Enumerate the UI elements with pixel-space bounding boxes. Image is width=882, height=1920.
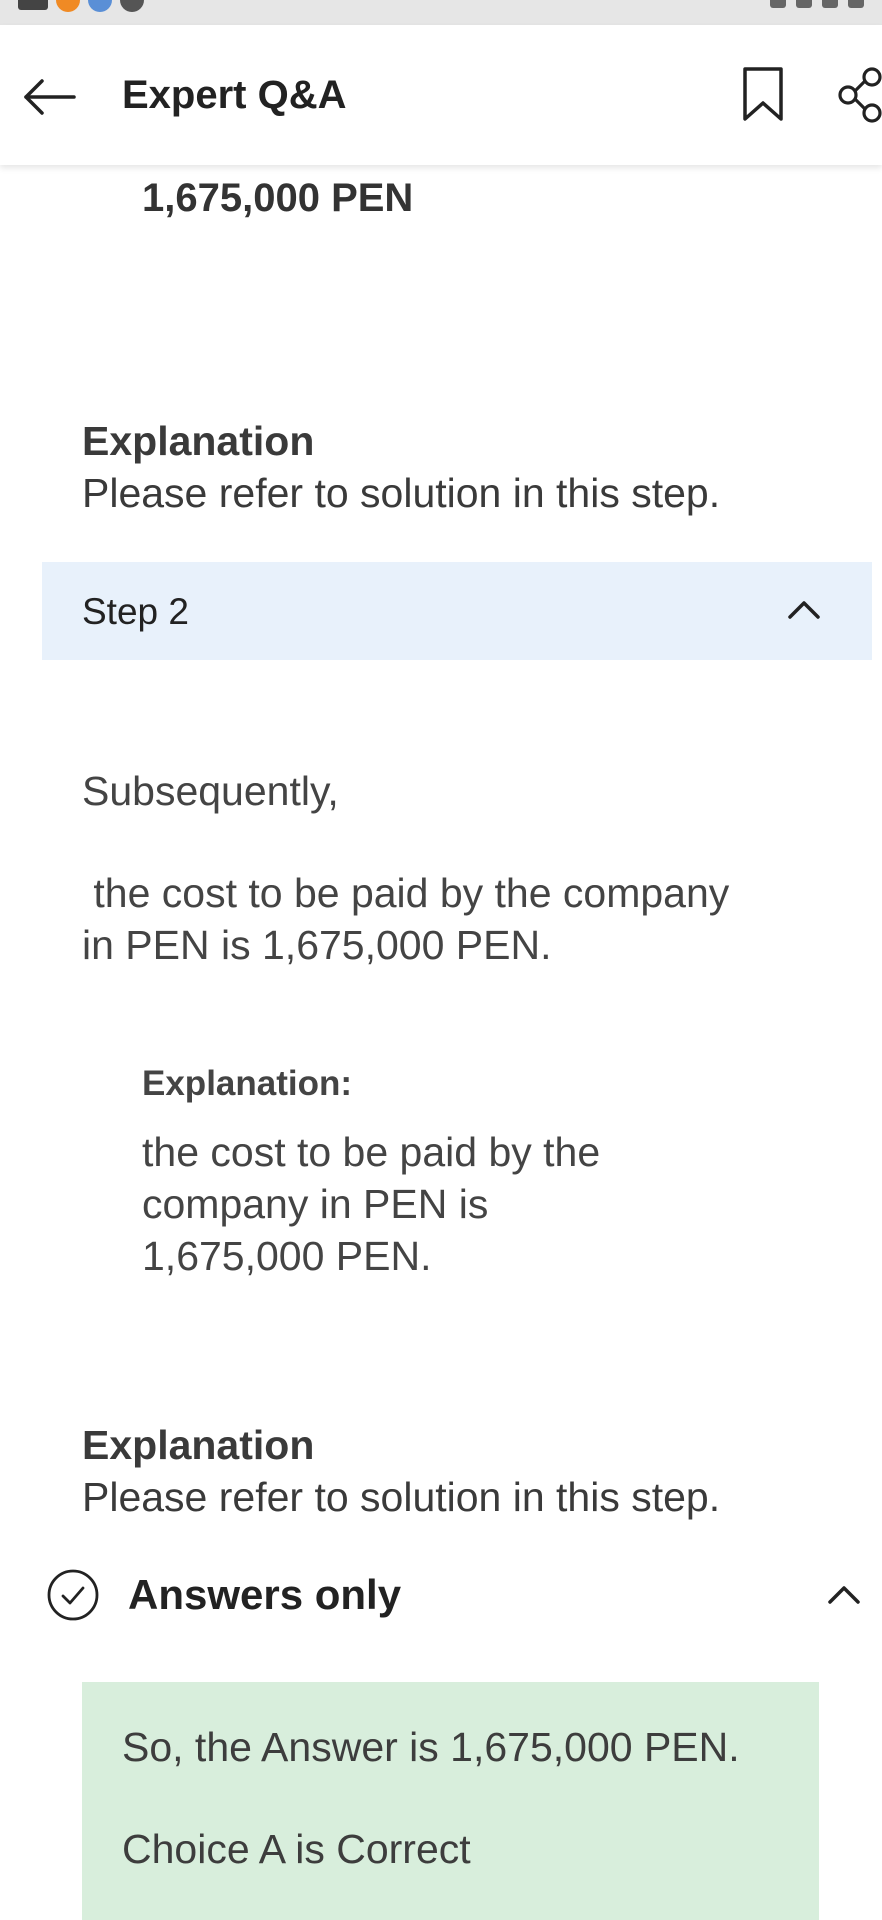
explanation-body-2: Please refer to solution in this step. — [82, 1474, 721, 1520]
app-header: Expert Q&A — [0, 25, 882, 165]
answer-content: 1,675,000 PEN Explanation Please refer t… — [0, 0, 882, 1920]
bookmark-button[interactable] — [740, 65, 786, 125]
step-2-explanation-line2: company in PEN is — [142, 1181, 489, 1227]
step-label: Step 2 — [82, 591, 189, 632]
final-answer-box: So, the Answer is 1,675,000 PEN. Choice … — [82, 1682, 819, 1920]
share-icon — [838, 67, 882, 123]
correct-choice-text: Choice A is Correct — [122, 1826, 471, 1872]
step-2-intro: Subsequently, — [82, 768, 339, 814]
page-title: Expert Q&A — [122, 73, 347, 117]
step-2-text-line1: the cost to be paid by the company — [82, 870, 730, 916]
step-2-explanation-line1: the cost to be paid by the — [142, 1129, 601, 1175]
chevron-up-icon — [788, 601, 820, 619]
step-2-text-line2: in PEN is 1,675,000 PEN. — [82, 922, 552, 968]
answers-only-toggle[interactable]: Answers only — [44, 1565, 882, 1625]
chevron-up-icon — [828, 1586, 860, 1604]
step-2-header[interactable]: Step 2 — [42, 562, 872, 660]
back-button[interactable] — [22, 75, 82, 119]
explanation-body: Please refer to solution in this step. — [82, 470, 721, 516]
check-circle-icon — [47, 1569, 99, 1621]
explanation-heading-2: Explanation — [82, 1422, 315, 1468]
step1-final-value: 1,675,000 PEN — [142, 176, 414, 220]
bookmark-icon — [743, 67, 783, 121]
back-arrow-icon — [24, 79, 76, 115]
step-2-explanation-heading: Explanation: — [142, 1064, 353, 1103]
share-button[interactable] — [836, 65, 882, 125]
explanation-heading: Explanation — [82, 418, 315, 464]
final-answer-text: So, the Answer is 1,675,000 PEN. — [122, 1724, 740, 1770]
answers-only-label: Answers only — [128, 1571, 402, 1618]
step-2-explanation-line3: 1,675,000 PEN. — [142, 1233, 432, 1279]
